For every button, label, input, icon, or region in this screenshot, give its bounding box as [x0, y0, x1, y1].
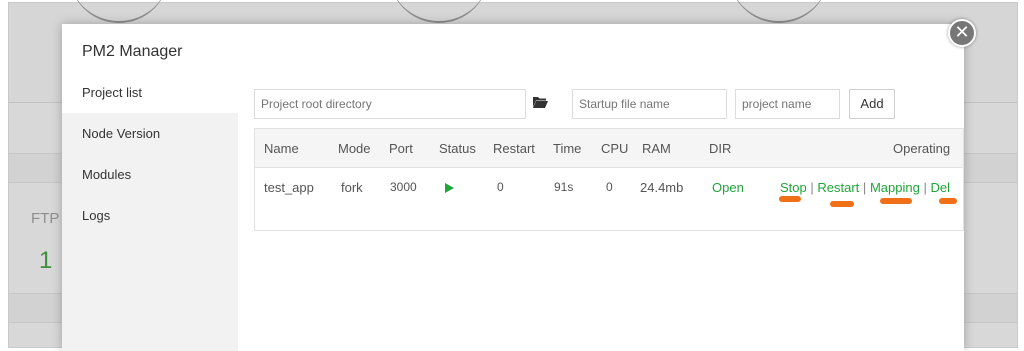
column-header-name: Name — [264, 141, 299, 156]
stop-link[interactable]: Stop — [780, 180, 807, 195]
add-button[interactable]: Add — [849, 89, 895, 119]
column-header-ram: RAM — [642, 141, 671, 156]
restart-link[interactable]: Restart — [817, 180, 859, 195]
project-name-input[interactable] — [735, 89, 840, 119]
row-name: test_app — [264, 180, 314, 195]
background-ftp-count: 1 — [39, 247, 53, 274]
background-gauge-arc — [69, 0, 169, 23]
annotation-mark — [880, 198, 912, 204]
column-header-operating: Operating — [893, 141, 951, 156]
background-gauge-arc — [729, 0, 829, 23]
operating-actions: Stop | Restart | Mapping | Del — [780, 180, 950, 195]
annotation-mark — [939, 198, 957, 204]
project-table: Name Mode Port Status Restart Time CPU R… — [254, 128, 964, 231]
background-ftp-label: FTP — [31, 210, 60, 227]
table-header: Name Mode Port Status Restart Time CPU R… — [255, 129, 963, 168]
sidebar-item-node-version[interactable]: Node Version — [62, 113, 238, 154]
pm2-manager-dialog: PM2 Manager Project list Node Version Mo… — [62, 24, 964, 351]
column-header-restart: Restart — [493, 141, 535, 156]
dialog-sidebar: Project list Node Version Modules Logs — [62, 72, 238, 351]
row-mode: fork — [341, 180, 363, 195]
row-restart: 0 — [497, 180, 504, 194]
column-header-port: Port — [389, 141, 413, 156]
column-header-dir: DIR — [709, 141, 732, 156]
column-header-time: Time — [553, 141, 582, 156]
row-port: 3000 — [390, 180, 417, 194]
row-ram: 24.4mb — [640, 180, 684, 195]
column-header-cpu: CPU — [601, 141, 629, 156]
startup-file-input[interactable] — [572, 89, 727, 119]
column-header-mode: Mode — [338, 141, 371, 156]
project-root-input[interactable] — [254, 89, 526, 119]
mapping-link[interactable]: Mapping — [870, 180, 920, 195]
separator: | — [862, 180, 867, 195]
annotation-mark — [830, 201, 854, 207]
annotation-mark — [779, 196, 801, 202]
row-time: 91s — [554, 180, 574, 194]
separator: | — [923, 180, 927, 195]
sidebar-item-project-list[interactable]: Project list — [62, 72, 238, 113]
column-header-status: Status — [439, 141, 476, 156]
dir-open-link[interactable]: Open — [712, 180, 744, 195]
sidebar-item-modules[interactable]: Modules — [62, 154, 238, 195]
row-cpu: 0 — [606, 180, 613, 194]
folder-open-icon[interactable] — [532, 95, 548, 109]
dialog-title: PM2 Manager — [82, 43, 183, 60]
del-link[interactable]: Del — [930, 180, 950, 195]
close-icon[interactable]: ✕ — [948, 19, 976, 47]
play-icon — [445, 183, 454, 193]
separator: | — [810, 180, 814, 195]
sidebar-item-logs[interactable]: Logs — [62, 195, 238, 236]
background-gauge-arc — [389, 0, 489, 23]
